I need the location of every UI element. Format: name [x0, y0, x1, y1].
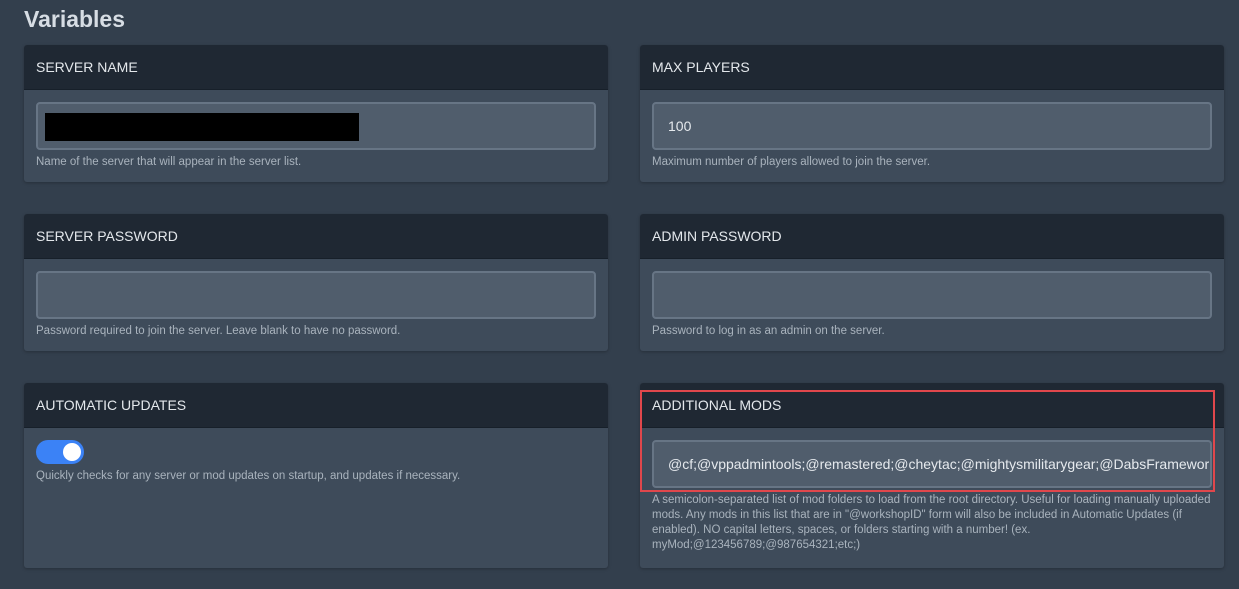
redacted-server-name [45, 113, 359, 141]
additional-mods-input[interactable]: @cf;@vppadmintools;@remastered;@cheytac;… [652, 440, 1212, 488]
admin-password-help: Password to log in as an admin on the se… [652, 325, 885, 337]
page-title: Variables [24, 6, 126, 32]
automatic-updates-toggle[interactable] [36, 440, 84, 464]
max-players-help: Maximum number of players allowed to joi… [652, 156, 931, 168]
automatic-updates-help: Quickly checks for any server or mod upd… [36, 470, 461, 482]
server-password-input[interactable] [36, 271, 596, 319]
additional-mods-help: A semicolon-separated list of mod folder… [652, 494, 1211, 551]
max-players-label: MAX PLAYERS [640, 45, 1224, 90]
admin-password-input[interactable] [652, 271, 1212, 319]
admin-password-card: ADMIN PASSWORD Password to log in as an … [640, 214, 1224, 351]
max-players-card: MAX PLAYERS 100 Maximum number of player… [640, 45, 1224, 182]
toggle-knob [63, 443, 81, 461]
additional-mods-card: ADDITIONAL MODS @cf;@vppadmintools;@rema… [640, 383, 1224, 568]
variables-page: Variables SERVER NAME Name of the server… [0, 0, 1239, 589]
server-name-help: Name of the server that will appear in t… [36, 156, 302, 168]
server-name-label: SERVER NAME [24, 45, 608, 90]
max-players-input[interactable]: 100 [652, 102, 1212, 150]
admin-password-label: ADMIN PASSWORD [640, 214, 1224, 259]
server-name-input[interactable] [36, 102, 596, 150]
server-password-help: Password required to join the server. Le… [36, 325, 401, 337]
additional-mods-label: ADDITIONAL MODS [640, 383, 1224, 428]
server-password-label: SERVER PASSWORD [24, 214, 608, 259]
automatic-updates-label: AUTOMATIC UPDATES [24, 383, 608, 428]
automatic-updates-card: AUTOMATIC UPDATES Quickly checks for any… [24, 383, 608, 568]
server-name-card: SERVER NAME Name of the server that will… [24, 45, 608, 182]
server-password-card: SERVER PASSWORD Password required to joi… [24, 214, 608, 351]
